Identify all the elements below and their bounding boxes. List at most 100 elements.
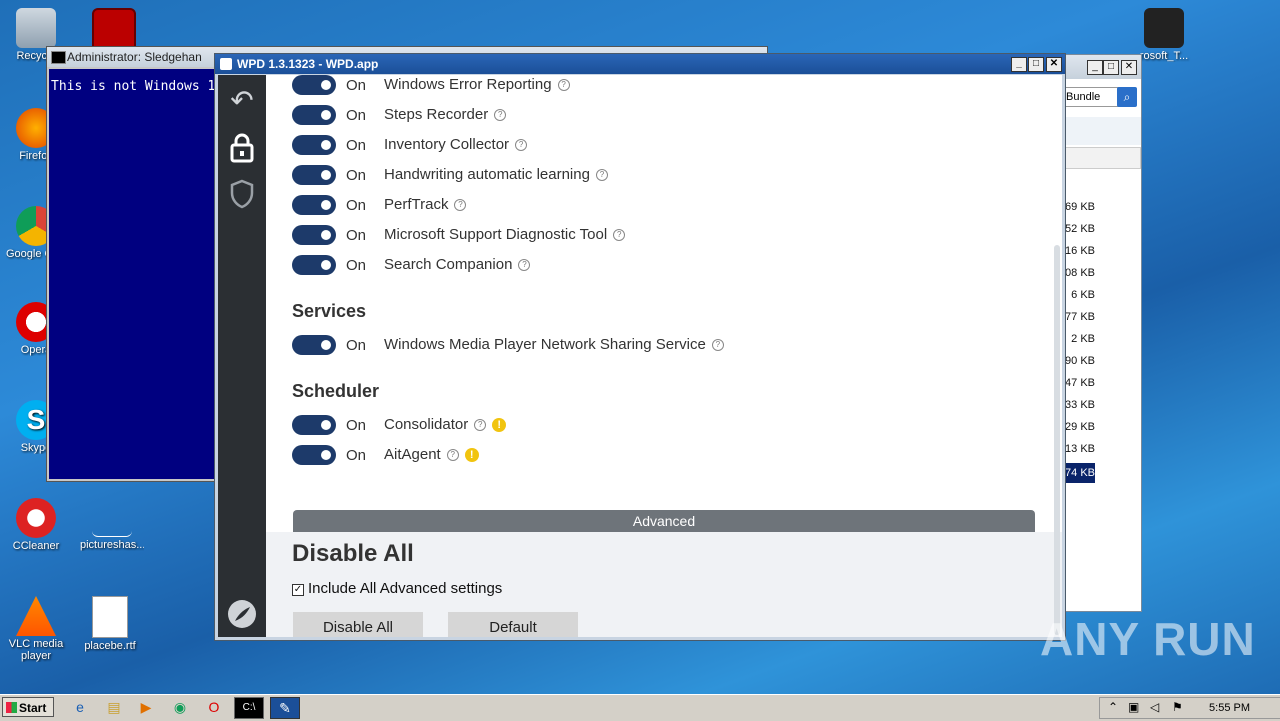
opera-taskbar-icon[interactable]: O bbox=[202, 697, 226, 717]
toggle-state: On bbox=[346, 197, 367, 214]
minimize-button[interactable]: _ bbox=[1087, 60, 1103, 75]
close-button[interactable]: ✕ bbox=[1046, 57, 1062, 72]
file-size: 33 KB bbox=[1065, 399, 1095, 411]
toggle-state: On bbox=[346, 337, 367, 354]
checkbox-checked-icon[interactable]: ✓ bbox=[292, 584, 304, 596]
warning-icon[interactable]: ! bbox=[492, 418, 507, 433]
toggle-state: On bbox=[346, 167, 367, 184]
toggle-state: On bbox=[346, 257, 367, 274]
setting-label: PerfTrack? bbox=[384, 196, 467, 213]
disable-all-title: Disable All bbox=[292, 540, 414, 567]
toggle-switch[interactable] bbox=[292, 445, 336, 465]
system-tray: ⌃ ▣ ◁ ⚑ 5:55 PM bbox=[1099, 697, 1280, 719]
sidebar: ↶ bbox=[218, 75, 266, 637]
media-player-icon[interactable]: ▶ bbox=[134, 697, 158, 717]
clock[interactable]: 5:55 PM bbox=[1209, 702, 1250, 714]
back-arrow-icon[interactable]: ↶ bbox=[226, 85, 258, 117]
chrome-taskbar-icon[interactable]: ◉ bbox=[168, 697, 192, 717]
settings-panel: On Windows Error Reporting? On Steps Rec… bbox=[266, 75, 1062, 637]
help-icon[interactable]: ? bbox=[454, 199, 467, 212]
file-size: 52 KB bbox=[1065, 223, 1095, 235]
setting-label: Steps Recorder? bbox=[384, 106, 507, 123]
disable-all-button[interactable]: Disable All bbox=[293, 612, 423, 637]
help-icon[interactable]: ? bbox=[518, 259, 531, 272]
help-icon[interactable]: ? bbox=[557, 79, 570, 92]
section-title-services: Services bbox=[292, 301, 367, 321]
setting-label: Inventory Collector? bbox=[384, 136, 528, 153]
file-size: 47 KB bbox=[1065, 377, 1095, 389]
volume-icon[interactable]: ◁ bbox=[1150, 700, 1159, 714]
wpd-titlebar[interactable]: WPD 1.3.1323 - WPD.app _ □ ✕ bbox=[215, 54, 1065, 74]
toggle-state: On bbox=[346, 227, 367, 244]
network-icon[interactable]: ▣ bbox=[1128, 700, 1139, 714]
cmd-taskbar-icon[interactable]: C:\ bbox=[234, 697, 264, 719]
toggle-switch[interactable] bbox=[292, 75, 336, 95]
maximize-button[interactable]: □ bbox=[1103, 60, 1119, 75]
setting-label: AitAgent?! bbox=[384, 446, 479, 463]
minimize-button[interactable]: _ bbox=[1011, 57, 1027, 72]
folder-icon[interactable]: ▤ bbox=[102, 697, 126, 717]
wpd-title: WPD 1.3.1323 - WPD.app bbox=[237, 57, 379, 71]
explorer-window: _ □ ✕ Bundle ⌕ 69 KB 52 KB 16 KB 08 KB 6… bbox=[1060, 54, 1142, 612]
toggle-switch[interactable] bbox=[292, 165, 336, 185]
toggle-state: On bbox=[346, 107, 367, 124]
anyrun-watermark: ANY RUN bbox=[1040, 613, 1256, 665]
start-button[interactable]: Start bbox=[2, 697, 54, 717]
taskbar: Start e ▤ ▶ ◉ O C:\ ✎ ⌃ ▣ ◁ ⚑ 5:55 PM bbox=[0, 694, 1280, 721]
toggle-switch[interactable] bbox=[292, 105, 336, 125]
toggle-switch[interactable] bbox=[292, 255, 336, 275]
toggle-switch[interactable] bbox=[292, 195, 336, 215]
scrollbar[interactable] bbox=[1054, 245, 1060, 635]
file-size: 16 KB bbox=[1065, 245, 1095, 257]
toggle-switch[interactable] bbox=[292, 225, 336, 245]
help-icon[interactable]: ? bbox=[446, 449, 459, 462]
setting-label: Handwriting automatic learning? bbox=[384, 166, 608, 183]
advanced-toggle-bar[interactable]: Advanced bbox=[293, 510, 1035, 532]
toggle-state: On bbox=[346, 77, 367, 94]
help-icon[interactable]: ? bbox=[474, 419, 487, 432]
wpd-window: WPD 1.3.1323 - WPD.app _ □ ✕ ↶ On Window… bbox=[214, 53, 1066, 641]
feather-logo-icon[interactable] bbox=[226, 599, 258, 631]
windows-flag-icon bbox=[6, 702, 17, 713]
shield-icon[interactable] bbox=[226, 179, 258, 211]
file-size: 2 KB bbox=[1071, 333, 1095, 345]
help-icon[interactable]: ? bbox=[595, 169, 608, 182]
toggle-state: On bbox=[346, 137, 367, 154]
toggle-state: On bbox=[346, 447, 367, 464]
help-icon[interactable]: ? bbox=[711, 339, 724, 352]
warning-icon[interactable]: ! bbox=[464, 448, 479, 463]
cmd-text: This is not Windows 1 bbox=[51, 79, 216, 94]
wpd-app-icon bbox=[220, 58, 232, 70]
ie-icon[interactable]: e bbox=[68, 697, 92, 717]
maximize-button[interactable]: □ bbox=[1028, 57, 1044, 72]
help-icon[interactable]: ? bbox=[515, 139, 528, 152]
setting-label: Microsoft Support Diagnostic Tool? bbox=[384, 226, 626, 243]
vlc-icon[interactable]: VLC media player bbox=[6, 596, 66, 662]
lock-icon[interactable] bbox=[226, 133, 258, 165]
wpd-taskbar-icon[interactable]: ✎ bbox=[270, 697, 300, 719]
file-size: 08 KB bbox=[1065, 267, 1095, 279]
help-icon[interactable]: ? bbox=[613, 229, 626, 242]
include-advanced-checkbox[interactable]: ✓ Include All Advanced settings bbox=[292, 580, 502, 597]
file-size: 6 KB bbox=[1071, 289, 1095, 301]
toggle-switch[interactable] bbox=[292, 335, 336, 355]
default-button[interactable]: Default bbox=[448, 612, 578, 637]
help-icon[interactable]: ? bbox=[494, 109, 507, 122]
toggle-switch[interactable] bbox=[292, 135, 336, 155]
ccleaner-icon[interactable]: CCleaner bbox=[6, 498, 66, 552]
include-advanced-label: Include All Advanced settings bbox=[308, 580, 503, 597]
cmd-icon bbox=[51, 51, 66, 64]
anonymous-mask-icon[interactable]: rosoft_T... bbox=[1134, 8, 1194, 62]
setting-label: Consolidator?! bbox=[384, 416, 507, 433]
search-icon[interactable]: ⌕ bbox=[1117, 87, 1137, 107]
flag-icon[interactable]: ⚑ bbox=[1172, 700, 1183, 714]
search-input[interactable]: Bundle bbox=[1063, 87, 1119, 107]
file-size-selected[interactable]: 74 KB bbox=[1061, 463, 1095, 483]
column-header[interactable] bbox=[1065, 147, 1141, 169]
file-size: 90 KB bbox=[1065, 355, 1095, 367]
close-button[interactable]: ✕ bbox=[1121, 60, 1137, 75]
file-icon[interactable]: pictureshas... bbox=[80, 498, 144, 551]
tray-expand-icon[interactable]: ⌃ bbox=[1108, 700, 1118, 714]
word-doc-icon[interactable]: placebe.rtf bbox=[80, 596, 140, 652]
toggle-switch[interactable] bbox=[292, 415, 336, 435]
